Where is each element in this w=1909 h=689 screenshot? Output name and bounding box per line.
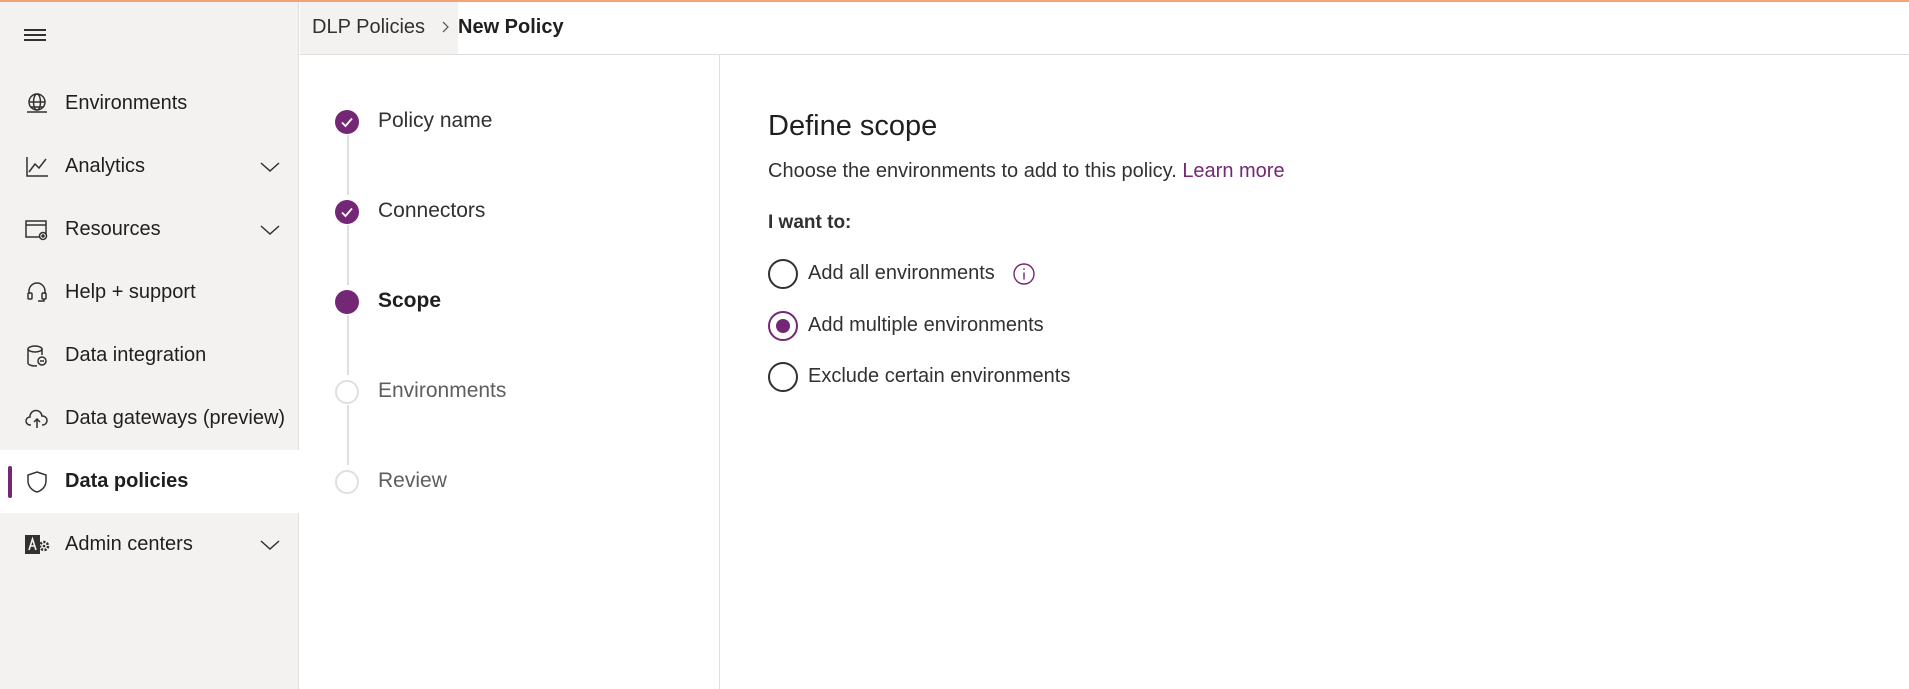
headset-icon bbox=[27, 282, 47, 302]
sidebar-item-data-policies[interactable]: Data policies bbox=[0, 450, 299, 513]
scope-description: Choose the environments to add to this p… bbox=[768, 160, 1285, 183]
step-review[interactable]: Review bbox=[335, 467, 695, 497]
breadcrumb-parent-label: DLP Policies bbox=[312, 16, 426, 38]
database-icon bbox=[27, 345, 47, 367]
pending-step-dot-icon bbox=[335, 470, 359, 494]
step-connector bbox=[347, 315, 349, 375]
step-connector bbox=[347, 405, 349, 465]
step-label: Scope bbox=[378, 289, 442, 312]
sidebar-item-analytics[interactable]: Analytics bbox=[0, 135, 299, 198]
sidebar-nav: Environments Analytics Resources Help + … bbox=[0, 72, 299, 576]
checkmark-icon bbox=[335, 200, 359, 224]
active-indicator bbox=[8, 466, 12, 498]
radio-exclude-certain-environments[interactable]: Exclude certain environments bbox=[768, 361, 1368, 393]
learn-more-link[interactable]: Learn more bbox=[1182, 160, 1284, 182]
sidebar-item-label: Data gateways (preview) bbox=[65, 407, 286, 429]
admin-centers-icon bbox=[25, 535, 50, 554]
step-label: Connectors bbox=[378, 199, 486, 222]
chart-icon bbox=[26, 157, 48, 177]
sidebar: Environments Analytics Resources Help + … bbox=[0, 2, 299, 689]
chevron-down-icon[interactable] bbox=[258, 533, 282, 557]
radio-label: Add multiple environments bbox=[808, 314, 1044, 336]
sidebar-item-environments[interactable]: Environments bbox=[0, 72, 299, 135]
step-environments[interactable]: Environments bbox=[335, 377, 695, 407]
sidebar-item-data-integration[interactable]: Data integration bbox=[0, 324, 299, 387]
step-label: Review bbox=[378, 469, 447, 492]
sidebar-item-label: Admin centers bbox=[65, 533, 193, 555]
breadcrumb-link-dlp-policies[interactable]: DLP Policies bbox=[300, 2, 434, 54]
sidebar-item-data-gateways[interactable]: Data gateways (preview) bbox=[0, 387, 299, 450]
radio-label: Add all environments bbox=[808, 262, 995, 284]
chevron-down-icon[interactable] bbox=[258, 218, 282, 242]
radio-circle-checked[interactable] bbox=[768, 311, 798, 341]
step-policy-name[interactable]: Policy name bbox=[335, 107, 695, 137]
step-label: Policy name bbox=[378, 109, 493, 132]
breadcrumb: DLP Policies New Policy bbox=[300, 2, 1909, 55]
chevron-down-icon[interactable] bbox=[258, 155, 282, 179]
info-icon[interactable] bbox=[1012, 262, 1036, 286]
step-scope[interactable]: Scope bbox=[335, 287, 695, 317]
checkmark-icon bbox=[335, 110, 359, 134]
radio-add-multiple-environments[interactable]: Add multiple environments bbox=[768, 310, 1368, 342]
sidebar-item-label: Data integration bbox=[65, 344, 207, 366]
pending-step-dot-icon bbox=[335, 380, 359, 404]
scope-question-label: I want to: bbox=[768, 212, 852, 233]
sidebar-item-label: Data policies bbox=[65, 470, 189, 492]
sidebar-item-label: Analytics bbox=[65, 155, 146, 177]
step-connector bbox=[347, 135, 349, 195]
radio-circle[interactable] bbox=[768, 259, 798, 289]
sidebar-item-label: Help + support bbox=[65, 281, 196, 303]
resources-icon bbox=[25, 220, 48, 241]
globe-icon bbox=[27, 93, 47, 113]
page-title: Define scope bbox=[768, 110, 938, 142]
sidebar-item-label: Environments bbox=[65, 92, 188, 114]
step-connector bbox=[347, 225, 349, 285]
sidebar-item-admin-centers[interactable]: Admin centers bbox=[0, 513, 299, 576]
step-connectors[interactable]: Connectors bbox=[335, 197, 695, 227]
current-step-dot-icon bbox=[335, 290, 359, 314]
wizard-stepper bbox=[300, 55, 720, 689]
breadcrumb-current: New Policy bbox=[458, 16, 564, 38]
sidebar-item-resources[interactable]: Resources bbox=[0, 198, 299, 261]
step-label: Environments bbox=[378, 379, 507, 402]
radio-label: Exclude certain environments bbox=[808, 365, 1071, 387]
breadcrumb-separator bbox=[434, 2, 458, 54]
shield-icon bbox=[27, 471, 47, 493]
hamburger-icon[interactable] bbox=[22, 26, 50, 42]
sidebar-item-label: Resources bbox=[65, 218, 161, 240]
description-text: Choose the environments to add to this p… bbox=[768, 160, 1177, 182]
radio-circle[interactable] bbox=[768, 362, 798, 392]
cloud-upload-icon bbox=[25, 409, 48, 428]
chevron-right-icon bbox=[442, 21, 449, 33]
sidebar-item-help-support[interactable]: Help + support bbox=[0, 261, 299, 324]
radio-add-all-environments[interactable]: Add all environments bbox=[768, 258, 1368, 290]
